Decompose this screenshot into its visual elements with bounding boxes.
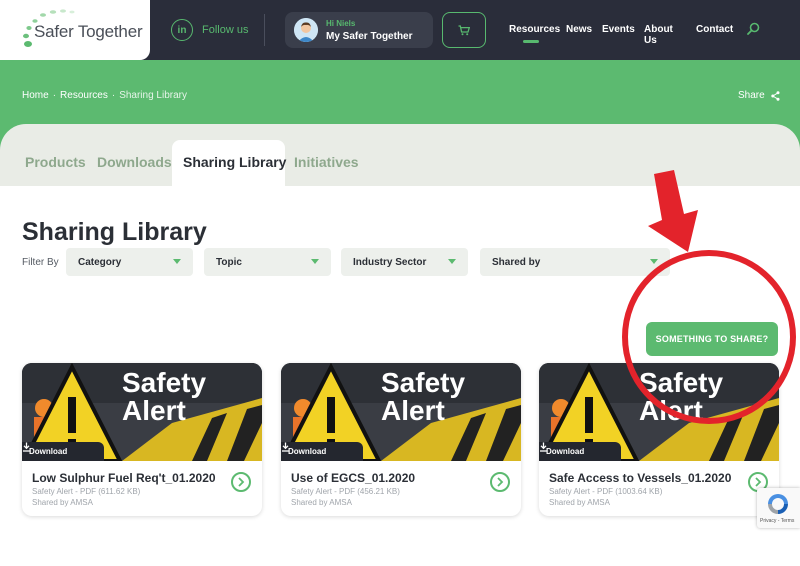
resource-card[interactable]: Safety Alert Download Low Sulphur Fuel R… (22, 363, 262, 516)
user-avatar-icon (294, 18, 318, 42)
account-label: My Safer Together (326, 31, 413, 42)
card-title[interactable]: Low Sulphur Fuel Req't_01.2020 (32, 471, 216, 485)
linkedin-icon[interactable]: in (171, 19, 193, 41)
cart-button[interactable] (442, 12, 486, 48)
logo-text: Safer Together (34, 22, 143, 41)
tab-sharing-library-label: Sharing Library (183, 154, 287, 170)
chevron-right-icon (238, 477, 245, 487)
share-icon (770, 90, 780, 101)
filter-by-label: Filter By (22, 257, 59, 268)
topic-filter[interactable]: Topic (204, 248, 331, 276)
share-link[interactable]: Share (738, 90, 780, 101)
resource-card[interactable]: Safety Alert Download Use of EGCS_01.202… (281, 363, 521, 516)
nav-news[interactable]: News (566, 24, 592, 35)
recaptcha-icon (768, 494, 788, 514)
cart-icon (458, 24, 470, 35)
logo[interactable]: Safer Together (0, 0, 150, 60)
breadcrumb-separator: · (111, 90, 116, 101)
open-card-button[interactable] (231, 472, 251, 492)
annotation-arrow-icon (648, 170, 698, 252)
category-filter-label: Category (78, 257, 122, 268)
recaptcha-label[interactable]: Privacy - Terms (760, 518, 794, 524)
tab-downloads[interactable]: Downloads (97, 154, 172, 170)
open-card-button[interactable] (490, 472, 510, 492)
breadcrumb-separator: · (52, 90, 57, 101)
annotation-circle (622, 250, 796, 424)
breadcrumb-resources[interactable]: Resources (60, 90, 108, 101)
share-label: Share (738, 90, 765, 101)
page-title: Sharing Library (22, 218, 207, 246)
site-header: Safer Together in Follow us Hi Niels My … (0, 0, 800, 60)
nav-events[interactable]: Events (602, 24, 635, 35)
download-label: Download (288, 447, 327, 456)
category-filter[interactable]: Category (66, 248, 193, 276)
download-button[interactable]: Download (22, 442, 104, 461)
download-label: Download (29, 447, 68, 456)
shared-by-filter-label: Shared by (492, 257, 541, 268)
header-divider (264, 14, 265, 46)
card-meta: Safety Alert - PDF (456.21 KB) (291, 487, 400, 496)
chevron-down-icon (173, 259, 181, 264)
follow-us-link[interactable]: in Follow us (171, 19, 248, 41)
tab-initiatives[interactable]: Initiatives (294, 154, 359, 170)
download-button[interactable]: Download (539, 442, 621, 461)
card-thumbnail: Safety Alert Download (22, 363, 262, 461)
breadcrumb-home[interactable]: Home (22, 90, 49, 101)
nav-resources[interactable]: Resources (509, 24, 560, 35)
nav-contact[interactable]: Contact (696, 24, 733, 35)
tab-products[interactable]: Products (25, 154, 86, 170)
card-meta: Safety Alert - PDF (1003.64 KB) (549, 487, 663, 496)
card-image-text: Safety Alert (122, 367, 207, 426)
follow-us-label: Follow us (202, 24, 249, 36)
avatar (294, 18, 318, 42)
recaptcha-badge[interactable]: Privacy - Terms (757, 488, 800, 528)
account-button[interactable]: Hi Niels My Safer Together (285, 12, 433, 48)
breadcrumb: Home · Resources · Sharing Library (22, 90, 187, 101)
download-icon (282, 442, 289, 452)
download-button[interactable]: Download (281, 442, 363, 461)
chevron-down-icon (311, 259, 319, 264)
card-meta: Safety Alert - PDF (611.62 KB) (32, 487, 141, 496)
tab-sharing-library[interactable]: Sharing Library (172, 140, 287, 186)
card-title[interactable]: Safe Access to Vessels_01.2020 (549, 471, 731, 485)
card-image-text: Safety Alert (381, 367, 466, 426)
topic-filter-label: Topic (216, 257, 242, 268)
search-icon[interactable] (747, 22, 760, 35)
download-label: Download (546, 447, 585, 456)
download-icon (540, 442, 547, 452)
chevron-right-icon (755, 477, 762, 487)
chevron-down-icon (448, 259, 456, 264)
download-icon (23, 442, 30, 452)
industry-sector-filter[interactable]: Industry Sector (341, 248, 468, 276)
active-nav-indicator (523, 40, 539, 43)
card-thumbnail: Safety Alert Download (281, 363, 521, 461)
card-shared-by: Shared by AMSA (291, 498, 352, 507)
nav-about-us[interactable]: About Us (644, 24, 673, 46)
greeting-text: Hi Niels (326, 19, 356, 28)
breadcrumb-current: Sharing Library (119, 90, 187, 101)
card-shared-by: Shared by AMSA (549, 498, 610, 507)
card-shared-by: Shared by AMSA (32, 498, 93, 507)
industry-sector-filter-label: Industry Sector (353, 257, 427, 268)
chevron-right-icon (497, 477, 504, 487)
chevron-down-icon (650, 259, 658, 264)
card-title[interactable]: Use of EGCS_01.2020 (291, 471, 415, 485)
